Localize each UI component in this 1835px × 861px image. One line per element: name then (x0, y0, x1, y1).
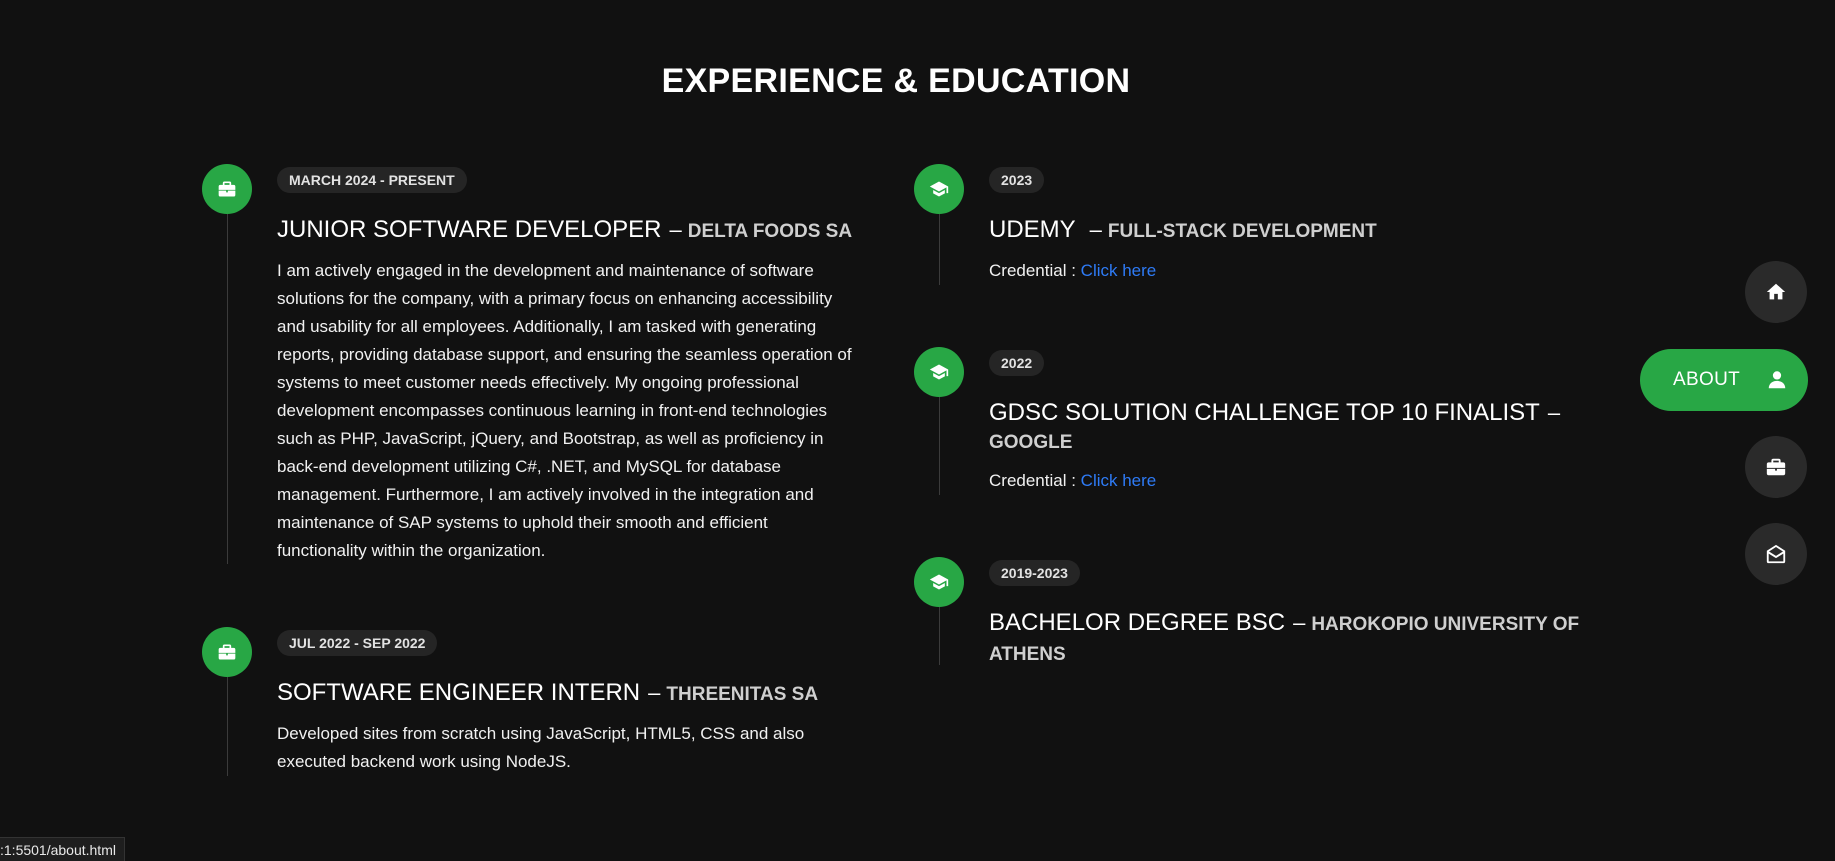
title-separator: – (669, 217, 682, 242)
education-name: GDSC SOLUTION CHALLENGE TOP 10 FINALIST (989, 399, 1540, 426)
home-icon (1765, 281, 1787, 303)
job-title: SOFTWARE ENGINEER INTERN – THREENITAS SA (277, 679, 877, 709)
user-icon (1766, 369, 1788, 391)
graduation-cap-icon (914, 164, 964, 214)
credential-row: Credential : Click here (989, 259, 1156, 283)
education-title: UDEMY – FULL-STACK DEVELOPMENT (989, 216, 1589, 246)
briefcase-icon (202, 627, 252, 677)
job-description: Developed sites from scratch using JavaS… (277, 724, 805, 771)
credential-label: Credential : (989, 261, 1081, 280)
company-name: DELTA FOODS SA (687, 221, 853, 242)
credential-row: Credential : Click here (989, 469, 1156, 493)
nav-about-label: ABOUT (1673, 369, 1740, 390)
briefcase-icon (202, 164, 252, 214)
company-name: THREENITAS SA (666, 684, 819, 705)
title-separator: – (1089, 217, 1102, 242)
graduation-cap-icon (914, 347, 964, 397)
education-title: BACHELOR DEGREE BSC – HAROKOPIO UNIVERSITY… (989, 609, 1589, 669)
job-title: JUNIOR SOFTWARE DEVELOPER – DELTA FOODS SA (277, 216, 877, 246)
date-badge: JUL 2022 - SEP 2022 (277, 630, 438, 656)
title-separator: – (1547, 400, 1561, 425)
status-bar-url: :1:5501/about.html (0, 837, 125, 861)
credential-link[interactable]: Click here (1081, 471, 1157, 490)
about-page: EXPERIENCE & EDUCATION MARCH 2024 - PRES… (0, 0, 1835, 861)
credential-link[interactable]: Click here (1081, 261, 1157, 280)
briefcase-icon (1765, 456, 1787, 478)
education-title: GDSC SOLUTION CHALLENGE TOP 10 FINALIST –… (989, 399, 1589, 457)
nav-contact-button[interactable] (1745, 523, 1807, 585)
date-badge: MARCH 2024 - PRESENT (277, 167, 467, 193)
job-role: SOFTWARE ENGINEER INTERN (277, 679, 641, 706)
education-org: FULL-STACK DEVELOPMENT (1107, 221, 1377, 242)
date-badge: 2022 (989, 350, 1045, 376)
date-badge: 2023 (989, 167, 1045, 193)
date-badge: 2019-2023 (989, 560, 1080, 586)
title-separator: – (648, 680, 661, 705)
job-role: JUNIOR SOFTWARE DEVELOPER (277, 216, 662, 243)
education-org: GOOGLE (989, 432, 1073, 453)
nav-home-button[interactable] (1745, 261, 1807, 323)
nav-about-button[interactable]: ABOUT (1640, 349, 1808, 411)
education-name: UDEMY (989, 216, 1076, 243)
timeline-line (227, 190, 228, 564)
title-separator: – (1293, 610, 1306, 635)
education-name: BACHELOR DEGREE BSC (989, 609, 1286, 636)
nav-portfolio-button[interactable] (1745, 436, 1807, 498)
graduation-cap-icon (914, 557, 964, 607)
section-title: EXPERIENCE & EDUCATION (661, 62, 1131, 100)
credential-label: Credential : (989, 471, 1081, 490)
job-description: I am actively engaged in the development… (277, 261, 852, 560)
envelope-open-icon (1765, 543, 1787, 565)
